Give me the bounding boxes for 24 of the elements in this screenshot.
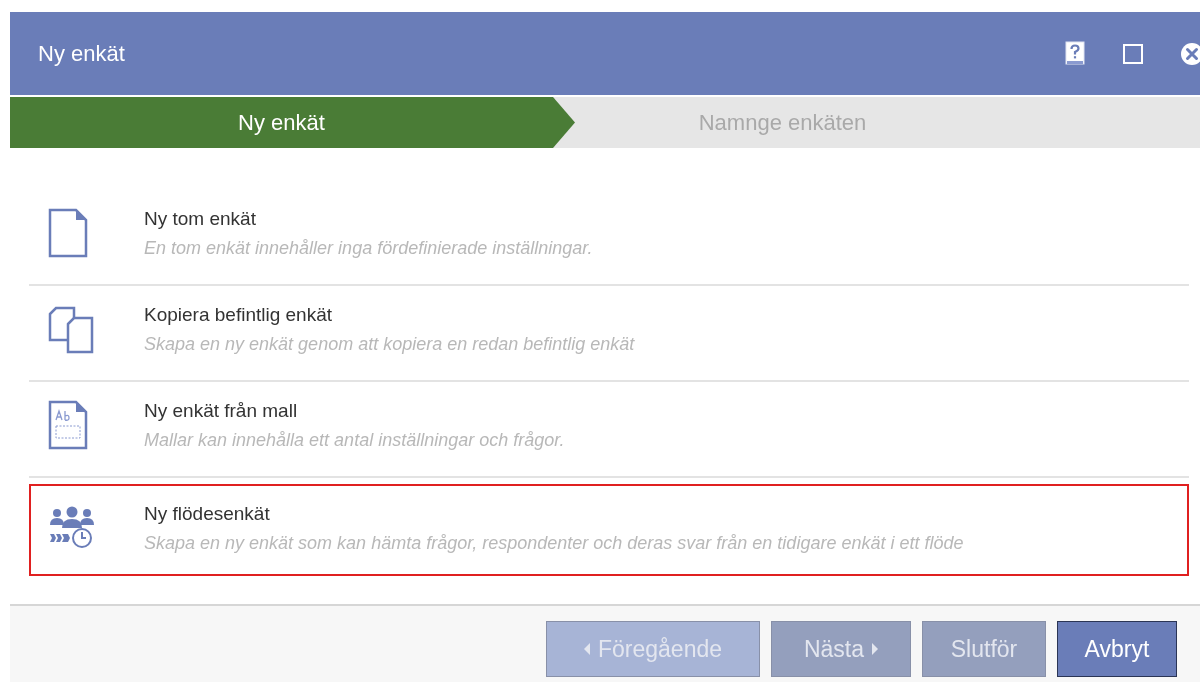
help-book-icon[interactable]	[1064, 40, 1086, 67]
option-description: Skapa en ny enkät genom att kopiera en redan befintlig enkät	[144, 333, 635, 355]
option-item[interactable]: Ny enkät från mall Mallar kan innehålla ett antal inställningar och frågor.	[29, 382, 1189, 478]
option-title: Ny flödesenkät	[144, 502, 271, 525]
wizard-step: Namnge enkäten	[575, 97, 1200, 148]
option-title: Ny tom enkät	[144, 207, 257, 230]
option-title: Kopiera befintlig enkät	[144, 303, 333, 326]
option-item[interactable]: Ny flödesenkät Skapa en ny enkät som kan hämta frågor, respondenter och deras svar från en tidigare enkät i ett flöde	[29, 484, 1189, 576]
option-description: Skapa en ny enkät som kan hämta frågor, respondenter och deras svar från en tidigare enkät i ett flöde	[144, 532, 964, 554]
template-page-icon	[48, 400, 88, 450]
copy-pages-icon	[48, 304, 94, 354]
close-icon[interactable]	[1180, 41, 1200, 66]
right-caret-icon	[872, 643, 879, 655]
blank-page-icon	[48, 208, 88, 258]
left-caret-icon	[583, 643, 590, 655]
option-item[interactable]: Ny tom enkät En tom enkät innehåller inga fördefinierade inställningar.	[29, 190, 1189, 286]
maximize-icon[interactable]	[1122, 42, 1144, 65]
wizard-step: Ny enkät	[10, 97, 575, 148]
option-description: En tom enkät innehåller inga fördefinierade inställningar.	[144, 237, 593, 259]
option-item[interactable]: Kopiera befintlig enkät Skapa en ny enkät genom att kopiera en redan befintlig enkät	[29, 286, 1189, 382]
window-title: Ny enkät	[38, 40, 125, 67]
option-title: Ny enkät från mall	[144, 399, 299, 422]
cancel-button[interactable]: Avbryt	[1057, 621, 1177, 677]
option-description: Mallar kan innehålla ett antal inställningar och frågor.	[144, 429, 565, 451]
